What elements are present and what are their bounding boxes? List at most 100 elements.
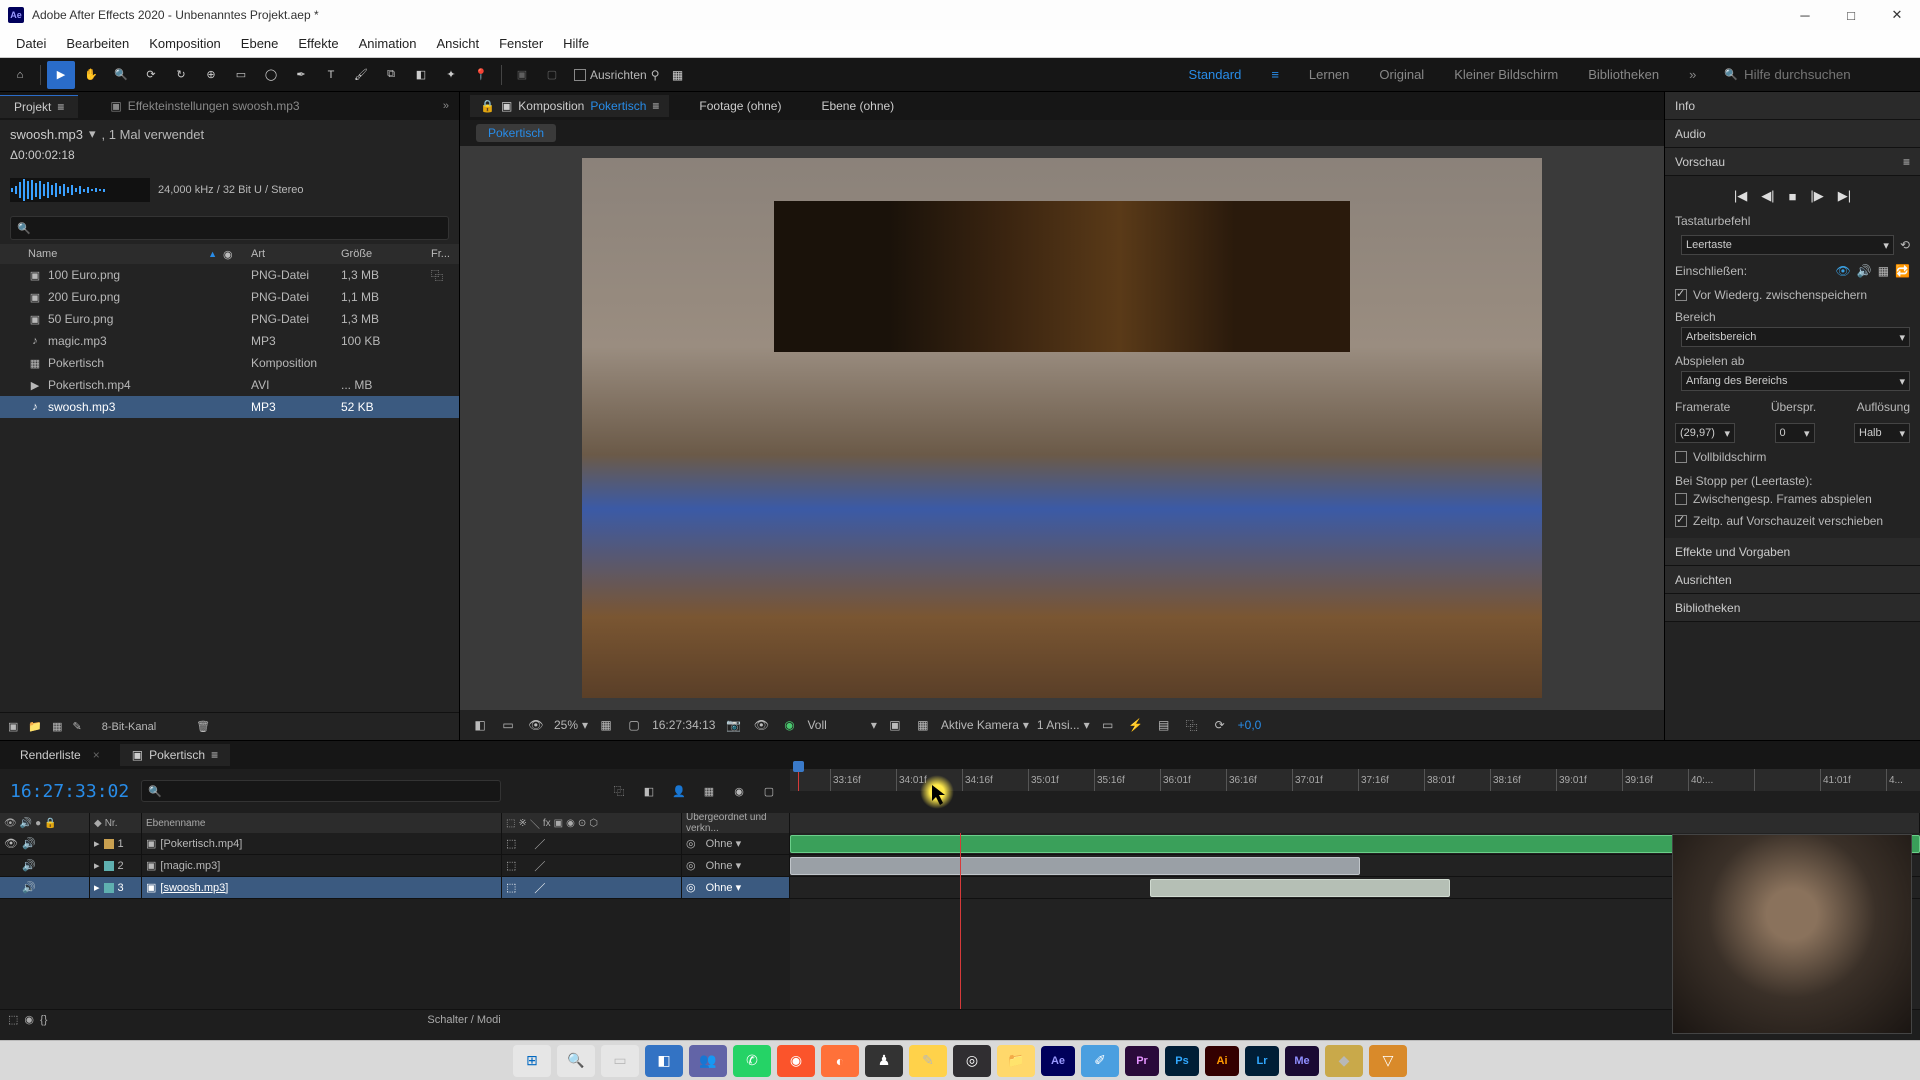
workspace-bibliotheken[interactable]: Bibliotheken xyxy=(1582,63,1665,86)
render-queue-tab[interactable]: Renderliste× xyxy=(8,744,112,766)
eraser-tool[interactable]: ◧ xyxy=(407,61,435,89)
expand-icon[interactable]: ▸ xyxy=(94,881,100,894)
project-asset-row[interactable]: ▣50 Euro.png PNG-Datei 1,3 MB xyxy=(0,308,459,330)
col-label-swatch[interactable]: ◉ xyxy=(223,248,251,261)
footage-tab[interactable]: Footage (ohne) xyxy=(689,95,791,117)
toggle-transfer-icon[interactable]: {} xyxy=(40,1014,47,1026)
last-frame-button[interactable]: ▶| xyxy=(1838,188,1851,204)
cache-checkbox[interactable] xyxy=(1675,289,1687,301)
panel-menu-icon[interactable]: ≡ xyxy=(1903,155,1910,169)
effect-controls-tab[interactable]: ▣ Effekteinstellungen swoosh.mp3 xyxy=(96,95,313,117)
taskbar-widgets[interactable]: ◧ xyxy=(645,1045,683,1077)
snap-checkbox[interactable] xyxy=(574,69,586,81)
taskbar-start[interactable]: ⊞ xyxy=(513,1045,551,1077)
taskbar-editor[interactable]: ✐ xyxy=(1081,1045,1119,1077)
brush-tool[interactable]: 🖌 xyxy=(347,61,375,89)
workspace-lernen[interactable]: Lernen xyxy=(1303,63,1355,86)
pixel-aspect-icon[interactable]: ▭ xyxy=(1098,715,1118,735)
new-folder-icon[interactable]: 📁 xyxy=(28,720,42,733)
switch-mode-label[interactable]: Schalter / Modi xyxy=(427,1014,500,1026)
parent-dropdown[interactable]: Ohne ▾ xyxy=(706,837,742,850)
grid-icon[interactable]: ▢ xyxy=(624,715,644,735)
roi-icon[interactable]: ▣ xyxy=(885,715,905,735)
puppet-tool[interactable]: 📍 xyxy=(467,61,495,89)
sort-icon[interactable]: ▲ xyxy=(208,249,217,259)
workspace-original[interactable]: Original xyxy=(1373,63,1430,86)
flowchart-icon[interactable]: ⿻ xyxy=(1182,715,1202,735)
parent-pickwhip-icon[interactable]: ◎ xyxy=(686,837,696,850)
include-audio-icon[interactable]: 🔊 xyxy=(1857,264,1872,278)
lock-icon[interactable]: 🔒 xyxy=(480,99,495,113)
audio-toggle-icon[interactable]: 🔊 xyxy=(22,837,36,850)
col-name[interactable]: Name xyxy=(28,248,57,260)
panel-overflow-icon[interactable]: » xyxy=(433,100,459,112)
shape-rect-tool[interactable]: ▭ xyxy=(227,61,255,89)
menu-datei[interactable]: Datei xyxy=(6,32,56,55)
pen-tool[interactable]: ✒ xyxy=(287,61,315,89)
mask-icon[interactable]: 👁 xyxy=(526,715,546,735)
timeline-layer-row[interactable]: 👁🔊 ▸1 ▣[Pokertisch.mp4] ⬚／ ◎Ohne ▾ xyxy=(0,833,790,855)
fullscreen-checkbox[interactable] xyxy=(1675,451,1687,463)
color-mgmt-icon[interactable]: ◉ xyxy=(779,715,799,735)
bit-depth[interactable]: 8-Bit-Kanal xyxy=(102,721,156,733)
fill-swatch[interactable]: ▣ xyxy=(508,61,536,89)
taskbar-explorer[interactable]: 📁 xyxy=(997,1045,1035,1077)
close-button[interactable]: ✕ xyxy=(1874,0,1920,30)
taskbar-obs[interactable]: ◎ xyxy=(953,1045,991,1077)
loop-icon[interactable]: 🔁 xyxy=(1895,264,1910,278)
parent-pickwhip-icon[interactable]: ◎ xyxy=(686,881,696,894)
taskbar-lr[interactable]: Lr xyxy=(1245,1046,1279,1076)
include-video-icon[interactable]: 👁 xyxy=(1836,264,1851,278)
libraries-panel-header[interactable]: Bibliotheken xyxy=(1665,594,1920,622)
framerate-dropdown[interactable]: (29,97)▾ xyxy=(1675,423,1735,443)
taskbar-brave[interactable]: ◉ xyxy=(777,1045,815,1077)
selection-tool[interactable]: ▶ xyxy=(47,61,75,89)
stop-button[interactable]: ■ xyxy=(1789,189,1797,204)
effects-presets-header[interactable]: Effekte und Vorgaben xyxy=(1665,538,1920,566)
switch-normal[interactable]: ⬚ xyxy=(506,859,516,872)
include-overlay-icon[interactable]: ▦ xyxy=(1878,264,1889,278)
draft3d-icon[interactable]: ◧ xyxy=(638,780,660,802)
taskbar-teams[interactable]: 👥 xyxy=(689,1045,727,1077)
expand-icon[interactable]: ▸ xyxy=(94,859,100,872)
reset-exposure-icon[interactable]: ⟳ xyxy=(1210,715,1230,735)
taskbar-search[interactable]: 🔍 xyxy=(557,1045,595,1077)
flowchart-chip[interactable]: Pokertisch xyxy=(476,124,556,142)
res-dropdown[interactable]: Halb▾ xyxy=(1854,423,1910,443)
menu-animation[interactable]: Animation xyxy=(349,32,427,55)
anchor-tool[interactable]: ⊕ xyxy=(197,61,225,89)
taskbar-me[interactable]: Me xyxy=(1285,1046,1319,1076)
project-asset-row[interactable]: ♪magic.mp3 MP3 100 KB xyxy=(0,330,459,352)
clone-tool[interactable]: ⧉ xyxy=(377,61,405,89)
menu-ebene[interactable]: Ebene xyxy=(231,32,289,55)
taskbar-whatsapp[interactable]: ✆ xyxy=(733,1045,771,1077)
res-toggle-icon[interactable]: ▦ xyxy=(596,715,616,735)
zoom-dropdown[interactable]: 25% ▾ xyxy=(554,718,588,732)
hand-tool[interactable]: ✋ xyxy=(77,61,105,89)
current-timecode[interactable]: 16:27:33:02 xyxy=(10,781,129,802)
audio-panel-header[interactable]: Audio xyxy=(1665,120,1920,148)
switch-normal[interactable]: ⬚ xyxy=(506,837,516,850)
taskbar-misc2[interactable]: ▽ xyxy=(1369,1045,1407,1077)
menu-komposition[interactable]: Komposition xyxy=(139,32,231,55)
frame-blend-icon[interactable]: ▦ xyxy=(698,780,720,802)
audio-clip[interactable] xyxy=(790,857,1360,875)
taskbar-ps[interactable]: Ps xyxy=(1165,1046,1199,1076)
reset-shortcut-icon[interactable]: ⟲ xyxy=(1900,238,1910,252)
col-type[interactable]: Art xyxy=(251,248,341,260)
rotate-tool[interactable]: ↻ xyxy=(167,61,195,89)
show-snapshot-icon[interactable]: 👁 xyxy=(751,715,771,735)
video-toggle-icon[interactable]: 👁 xyxy=(4,837,18,850)
minimize-button[interactable]: ─ xyxy=(1782,0,1828,30)
switch-fx[interactable]: ／ xyxy=(534,880,545,896)
audio-toggle-icon[interactable]: 🔊 xyxy=(22,859,36,872)
timeline-layer-row[interactable]: 🔊 ▸3 ▣[swoosh.mp3] ⬚／ ◎Ohne ▾ xyxy=(0,877,790,899)
comp-flowchart-icon[interactable]: ⿻ xyxy=(608,780,630,802)
asset-dropdown-icon[interactable]: ▾ xyxy=(89,126,96,142)
timeline-search[interactable]: 🔍 xyxy=(141,780,501,802)
channel-icon[interactable]: ▭ xyxy=(498,715,518,735)
adjustment-icon[interactable]: ✎ xyxy=(73,720,82,733)
audio-clip[interactable] xyxy=(1150,879,1450,897)
cti-start[interactable] xyxy=(798,769,799,791)
taskbar-notes[interactable]: ✎ xyxy=(909,1045,947,1077)
